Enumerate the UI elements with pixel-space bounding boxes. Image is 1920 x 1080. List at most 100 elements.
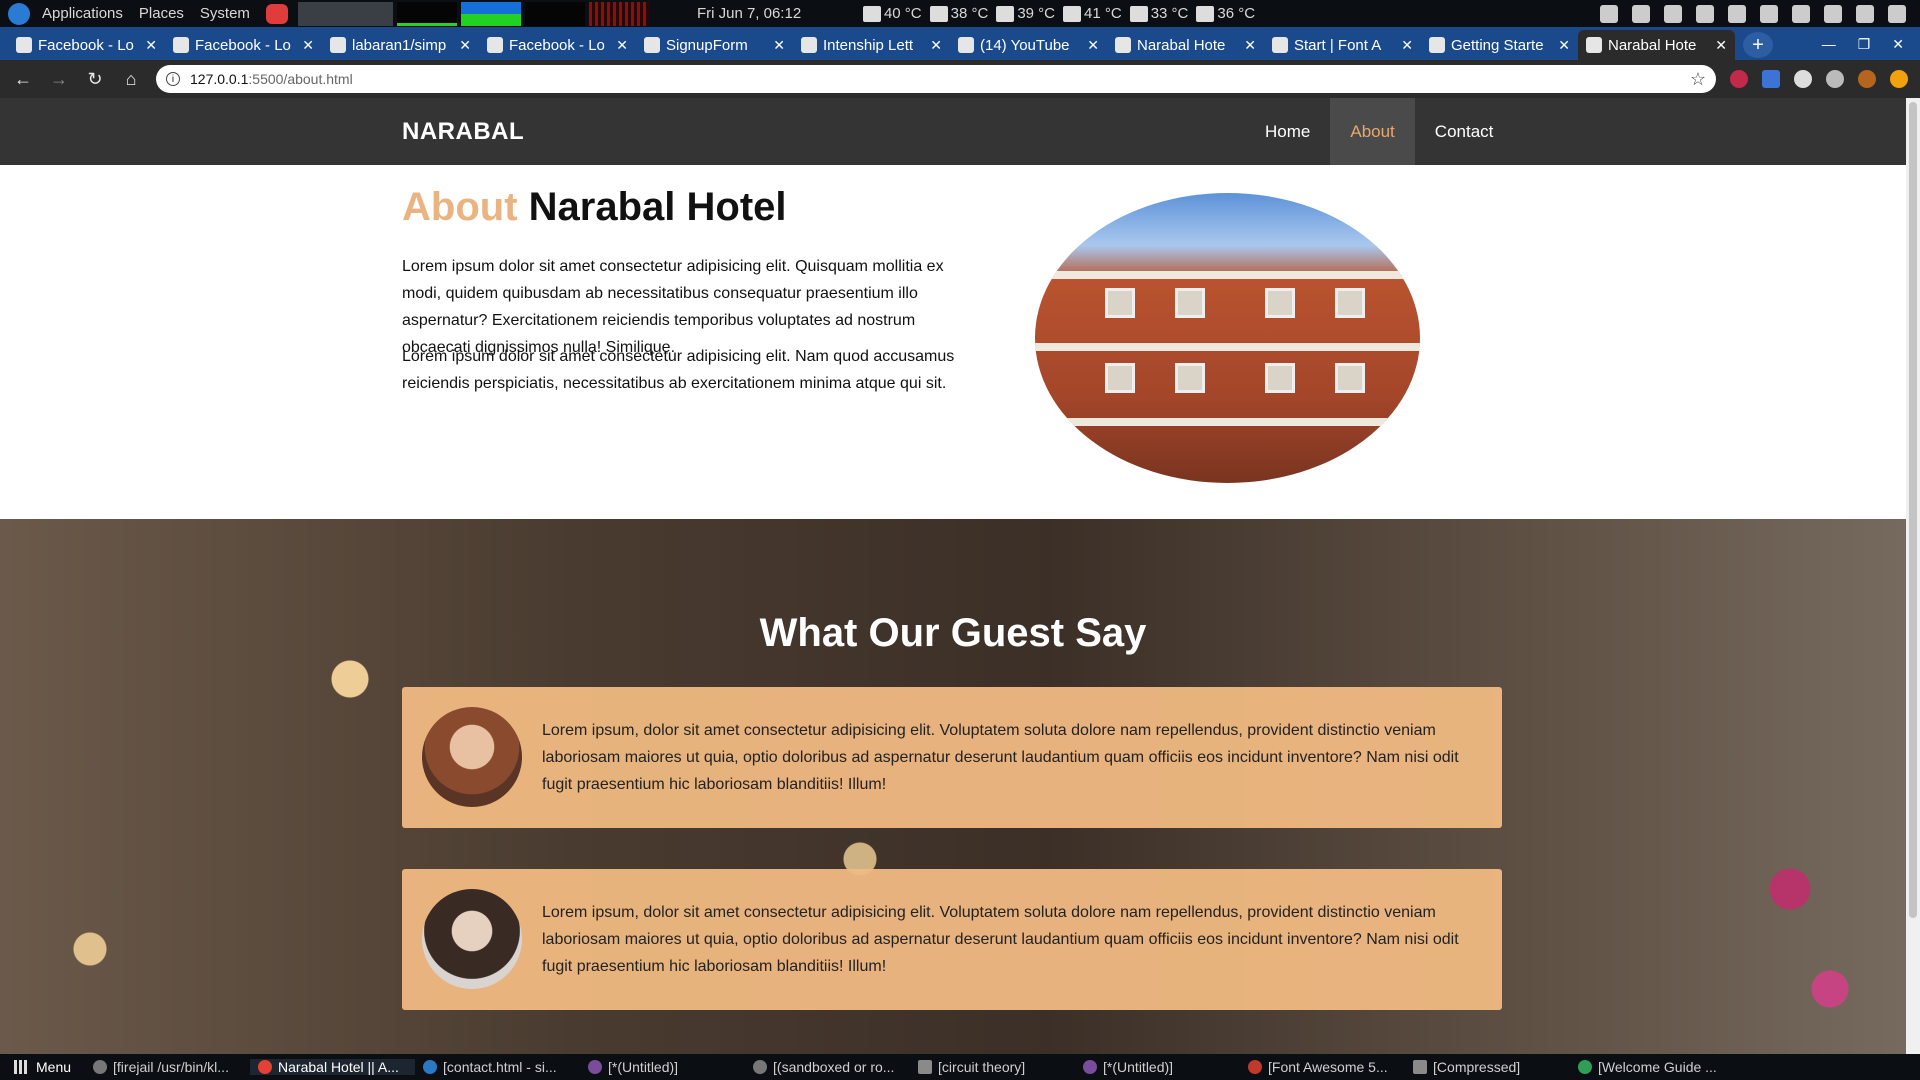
taskbar-item-active[interactable]: Narabal Hotel || A... xyxy=(250,1059,416,1075)
close-icon[interactable]: ✕ xyxy=(459,37,471,54)
home-icon[interactable]: ⌂ xyxy=(120,69,142,90)
taskbar-item[interactable]: [Font Awesome 5... xyxy=(1240,1059,1405,1075)
browser-tab[interactable]: labaran1/simp ✕ xyxy=(322,30,479,60)
distro-logo-icon[interactable] xyxy=(8,2,30,25)
swap-graph xyxy=(460,1,521,26)
clipboard-icon[interactable] xyxy=(1632,4,1650,23)
temp-value: 41 °C xyxy=(1084,5,1122,22)
profile-avatar[interactable] xyxy=(1858,70,1876,88)
display-icon[interactable] xyxy=(1600,4,1618,23)
browser-tab[interactable]: SignupForm ✕ xyxy=(636,30,793,60)
close-icon[interactable]: ✕ xyxy=(773,37,785,54)
taskbar-item[interactable]: [*(Untitled)] xyxy=(580,1059,745,1075)
update-alert-icon[interactable] xyxy=(1890,70,1908,88)
translate-icon[interactable] xyxy=(1762,70,1780,88)
temp-sensor: 39 °C xyxy=(996,5,1055,22)
taskbar-item[interactable]: [firejail /usr/bin/kl... xyxy=(85,1059,250,1075)
temp-value: 39 °C xyxy=(1017,5,1055,22)
restore-icon[interactable]: ❐ xyxy=(1858,36,1871,53)
user-icon[interactable] xyxy=(1824,4,1842,23)
extension-icon[interactable] xyxy=(1730,70,1748,88)
reload-icon[interactable]: ↻ xyxy=(84,69,106,90)
extensions-gear-icon[interactable] xyxy=(1826,70,1844,88)
temp-sensor: 41 °C xyxy=(1063,5,1122,22)
settings-gear-icon[interactable] xyxy=(1856,4,1874,23)
site-brand[interactable]: NARABAL xyxy=(402,118,524,146)
volume-icon[interactable] xyxy=(1728,4,1746,23)
nav-home-link[interactable]: Home xyxy=(1245,98,1330,165)
new-tab-button[interactable]: + xyxy=(1743,32,1773,58)
screenshot-app-icon[interactable] xyxy=(265,3,288,24)
warning-icon[interactable] xyxy=(1664,4,1682,23)
page-viewport: NARABAL Home About Contact About Narabal… xyxy=(0,98,1906,1054)
close-icon[interactable]: ✕ xyxy=(1715,37,1727,54)
system-top-panel: Applications Places System Fri Jun 7, 06… xyxy=(0,0,1920,27)
page-scrollbar[interactable] xyxy=(1906,98,1920,1054)
chip-icon xyxy=(1196,5,1215,22)
tab-title: Facebook - Lo xyxy=(38,36,134,54)
temp-sensor: 40 °C xyxy=(862,5,922,22)
bookmark-star-icon[interactable]: ☆ xyxy=(1690,69,1706,90)
system-menu[interactable]: System xyxy=(192,5,258,22)
taskbar-item[interactable]: [*(Untitled)] xyxy=(1075,1059,1240,1075)
clock[interactable]: Fri Jun 7, 06:12 xyxy=(697,5,857,22)
close-icon[interactable]: ✕ xyxy=(1087,37,1099,54)
browser-tab[interactable]: Narabal Hote ✕ xyxy=(1107,30,1264,60)
about-section: About Narabal Hotel Lorem ipsum dolor si… xyxy=(0,165,1906,519)
close-icon[interactable]: ✕ xyxy=(930,37,942,54)
close-window-icon[interactable]: ✕ xyxy=(1892,36,1904,53)
forward-arrow-icon[interactable]: → xyxy=(48,69,70,90)
temp-sensor: 36 °C xyxy=(1196,5,1255,22)
power-icon[interactable] xyxy=(1888,4,1906,23)
browser-tab[interactable]: Facebook - Lo ✕ xyxy=(165,30,322,60)
taskbar: Menu [firejail /usr/bin/kl... Narabal Ho… xyxy=(0,1054,1920,1080)
browser-tab[interactable]: (14) YouTube ✕ xyxy=(950,30,1107,60)
site-info-icon[interactable]: i xyxy=(166,72,180,86)
temp-value: 36 °C xyxy=(1217,5,1256,22)
taskbar-item[interactable]: [Welcome Guide ... xyxy=(1570,1059,1735,1075)
minimize-icon[interactable]: — xyxy=(1822,36,1836,53)
scrollbar-thumb[interactable] xyxy=(1909,102,1917,918)
tab-title: Facebook - Lo xyxy=(195,36,291,54)
close-icon[interactable]: ✕ xyxy=(616,37,628,54)
react-devtools-icon[interactable] xyxy=(1794,70,1812,88)
close-icon[interactable]: ✕ xyxy=(1558,37,1570,54)
nav-contact-link[interactable]: Contact xyxy=(1415,98,1514,165)
browser-tab[interactable]: Intenship Lett ✕ xyxy=(793,30,950,60)
globe-icon xyxy=(1586,37,1602,53)
task-label: [firejail /usr/bin/kl... xyxy=(113,1059,229,1075)
about-paragraph-2: Lorem ipsum dolor sit amet consectetur a… xyxy=(402,348,955,392)
guest-avatar xyxy=(422,707,522,807)
taskbar-item[interactable]: [circuit theory] xyxy=(910,1059,1075,1075)
terminal-icon xyxy=(93,1060,108,1074)
keyboard-icon[interactable] xyxy=(1696,4,1714,23)
close-icon[interactable]: ✕ xyxy=(1401,37,1413,54)
taskbar-item[interactable]: [(sandboxed or ro... xyxy=(745,1059,910,1075)
url-host: 127.0.0.1 xyxy=(190,71,249,87)
site-nav: Home About Contact xyxy=(1245,98,1513,165)
temp-sensor: 33 °C xyxy=(1129,5,1188,22)
places-menu[interactable]: Places xyxy=(131,5,192,22)
applications-menu[interactable]: Applications xyxy=(34,5,131,22)
task-label: [*(Untitled)] xyxy=(608,1059,679,1075)
browser-tab[interactable]: Facebook - Lo ✕ xyxy=(479,30,636,60)
globe-icon xyxy=(1115,37,1131,53)
address-bar[interactable]: i 127.0.0.1:5500/about.html ☆ xyxy=(156,65,1716,93)
browser-tab[interactable]: Start | Font A ✕ xyxy=(1264,30,1421,60)
taskbar-item[interactable]: [Compressed] xyxy=(1405,1059,1570,1075)
folder-icon xyxy=(918,1060,933,1074)
close-icon[interactable]: ✕ xyxy=(1244,37,1256,54)
browser-tab[interactable]: Getting Starte ✕ xyxy=(1421,30,1578,60)
browser-tab-active[interactable]: Narabal Hote ✕ xyxy=(1578,30,1735,60)
taskbar-item[interactable]: [contact.html - si... xyxy=(415,1059,580,1075)
battery-icon[interactable] xyxy=(1792,4,1810,23)
close-icon[interactable]: ✕ xyxy=(302,37,314,54)
nav-about-link[interactable]: About xyxy=(1330,98,1415,165)
browser-tab[interactable]: Facebook - Lo ✕ xyxy=(8,30,165,60)
network-icon[interactable] xyxy=(1760,4,1778,23)
close-icon[interactable]: ✕ xyxy=(145,37,157,54)
menu-label: Menu xyxy=(36,1059,72,1075)
start-menu-button[interactable]: Menu xyxy=(0,1059,85,1075)
chip-icon xyxy=(1063,5,1081,22)
back-arrow-icon[interactable]: ← xyxy=(12,69,34,90)
